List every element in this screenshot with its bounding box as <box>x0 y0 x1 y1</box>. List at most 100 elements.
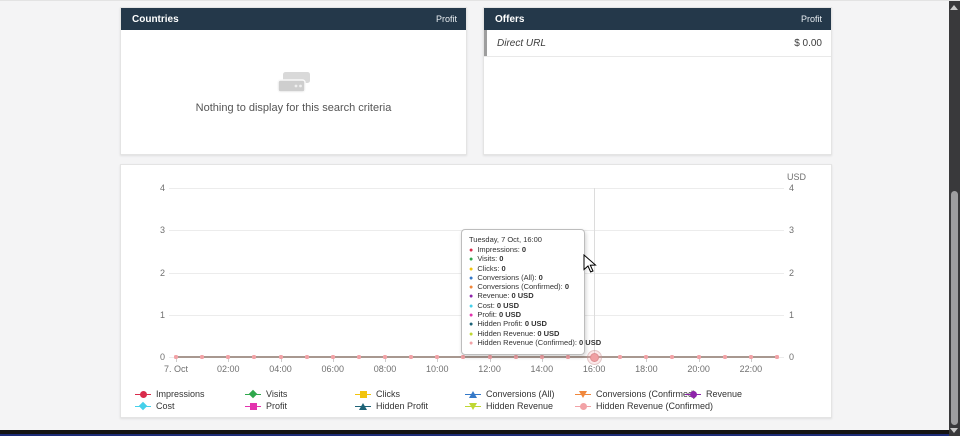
legend-item-hidden-revenue-confirmed[interactable]: Hidden Revenue (Confirmed) <box>575 401 685 411</box>
circle-shape <box>690 391 697 398</box>
legend-label: Visits <box>266 389 287 399</box>
legend-label: Profit <box>266 401 287 411</box>
data-point-marker[interactable] <box>670 355 674 359</box>
data-point-marker[interactable] <box>618 355 622 359</box>
series-line <box>176 356 777 358</box>
offer-row[interactable]: Direct URL $ 0.00 <box>484 30 831 57</box>
data-point-marker[interactable] <box>723 355 727 359</box>
offers-card: Offers Profit Direct URL $ 0.00 <box>483 7 832 155</box>
tooltip-series-bullet-icon: ● <box>469 340 473 347</box>
legend-label: Hidden Revenue (Confirmed) <box>596 401 713 411</box>
data-point-marker[interactable] <box>200 355 204 359</box>
data-point-marker[interactable] <box>461 355 465 359</box>
x-axis-label: 7. Oct <box>154 364 198 374</box>
data-point-marker[interactable] <box>383 355 387 359</box>
triangle-down-shape <box>469 403 477 410</box>
data-point-marker[interactable] <box>331 355 335 359</box>
gridline <box>169 188 784 189</box>
legend-item-clicks[interactable]: Clicks <box>355 389 465 399</box>
triangle-down-marker-icon <box>575 390 591 399</box>
legend-item-profit[interactable]: Profit <box>245 401 355 411</box>
y-axis-label-right: 1 <box>789 310 794 320</box>
legend-label: Conversions (Confirmed) <box>596 389 696 399</box>
legend-item-hidden-revenue[interactable]: Hidden Revenue <box>465 401 575 411</box>
triangle-shape <box>359 403 367 410</box>
chart-card: USD 44332211007. Oct02:0004:0006:0008:00… <box>120 164 832 418</box>
circle-marker-icon <box>685 390 701 399</box>
circle-marker-icon <box>135 390 151 399</box>
diamond-shape <box>139 402 147 410</box>
offers-card-header: Offers Profit <box>484 8 831 30</box>
data-point-marker[interactable] <box>174 355 178 359</box>
scrollbar-up-arrow-icon[interactable] <box>950 5 958 10</box>
legend-item-conversions-confirmed[interactable]: Conversions (Confirmed) <box>575 389 685 399</box>
chart-tooltip: Tuesday, 7 Oct, 16:00 ● Impressions: 0● … <box>461 229 585 355</box>
countries-card-header: Countries Profit <box>121 8 466 30</box>
x-axis-label: 04:00 <box>259 364 303 374</box>
diamond-shape <box>249 390 257 398</box>
data-point-marker[interactable] <box>566 355 570 359</box>
y-axis-label-left: 0 <box>137 352 165 362</box>
legend-item-revenue[interactable]: Revenue <box>685 389 795 399</box>
vertical-scrollbar[interactable] <box>949 1 960 436</box>
x-axis-label: 16:00 <box>572 364 616 374</box>
square-shape <box>250 403 257 410</box>
hovered-data-point[interactable] <box>590 353 599 362</box>
legend-item-cost[interactable]: Cost <box>135 401 245 411</box>
scrollbar-thumb[interactable] <box>951 191 958 425</box>
triangle-down-marker-icon <box>465 402 481 411</box>
legend-item-conversions-all[interactable]: Conversions (All) <box>465 389 575 399</box>
offer-row-indicator <box>484 30 487 56</box>
triangle-marker-icon <box>355 402 371 411</box>
data-point-marker[interactable] <box>644 355 648 359</box>
data-point-marker[interactable] <box>226 355 230 359</box>
tooltip-series-bullet-icon: ● <box>469 303 473 310</box>
countries-empty-state: Nothing to display for this search crite… <box>121 30 466 155</box>
triangle-shape <box>469 391 477 398</box>
legend-label: Hidden Profit <box>376 401 428 411</box>
legend-label: Clicks <box>376 389 400 399</box>
triangle-down-shape <box>579 391 587 398</box>
data-point-marker[interactable] <box>514 355 518 359</box>
legend-item-impressions[interactable]: Impressions <box>135 389 245 399</box>
offers-profit-column-header[interactable]: Profit <box>801 14 822 24</box>
scrollbar-down-arrow-icon[interactable] <box>950 428 958 433</box>
offer-name[interactable]: Direct URL <box>497 38 546 49</box>
x-axis-label: 12:00 <box>468 364 512 374</box>
x-axis-label: 14:00 <box>520 364 564 374</box>
offer-profit-value: $ 0.00 <box>794 38 822 49</box>
data-point-marker[interactable] <box>540 355 544 359</box>
y-axis-right-title: USD <box>787 172 806 182</box>
data-point-marker[interactable] <box>357 355 361 359</box>
square-shape <box>360 391 367 398</box>
data-point-marker[interactable] <box>435 355 439 359</box>
x-axis-label: 10:00 <box>415 364 459 374</box>
mouse-cursor-icon <box>583 254 597 274</box>
y-axis-label-left: 4 <box>137 183 165 193</box>
legend-label: Cost <box>156 401 175 411</box>
data-point-marker[interactable] <box>488 355 492 359</box>
legend-label: Conversions (All) <box>486 389 555 399</box>
data-point-marker[interactable] <box>279 355 283 359</box>
countries-profit-column-header[interactable]: Profit <box>436 14 457 24</box>
tooltip-metric-row: ● Hidden Revenue (Confirmed): 0 USD <box>469 339 578 348</box>
legend-item-hidden-profit[interactable]: Hidden Profit <box>355 401 465 411</box>
tooltip-series-bullet-icon: ● <box>469 321 473 328</box>
legend-label: Revenue <box>706 389 742 399</box>
tooltip-series-bullet-icon: ● <box>469 247 473 254</box>
legend-item-visits[interactable]: Visits <box>245 389 355 399</box>
x-axis-label: 18:00 <box>624 364 668 374</box>
data-point-marker[interactable] <box>252 355 256 359</box>
square-marker-icon <box>355 390 371 399</box>
square-marker-icon <box>245 402 261 411</box>
tooltip-series-bullet-icon: ● <box>469 331 473 338</box>
diamond-marker-icon <box>245 390 261 399</box>
legend-label: Hidden Revenue <box>486 401 553 411</box>
y-axis-label-right: 2 <box>789 268 794 278</box>
x-axis-label: 06:00 <box>311 364 355 374</box>
data-point-marker[interactable] <box>409 355 413 359</box>
data-point-marker[interactable] <box>749 355 753 359</box>
data-point-marker[interactable] <box>697 355 701 359</box>
data-point-marker[interactable] <box>775 355 779 359</box>
data-point-marker[interactable] <box>305 355 309 359</box>
